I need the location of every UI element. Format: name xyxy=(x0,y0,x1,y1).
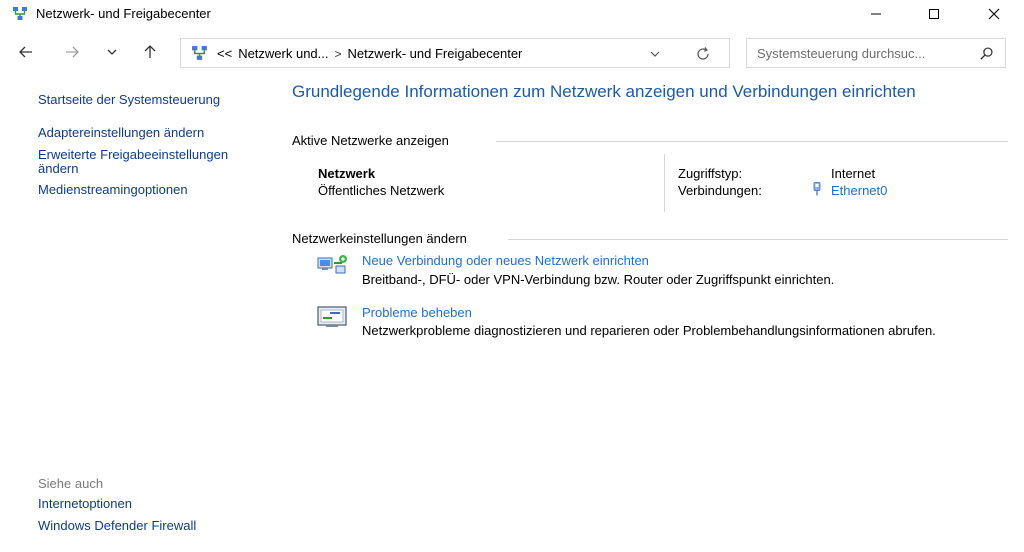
page-title: Grundlegende Informationen zum Netzwerk … xyxy=(292,82,916,101)
section-divider xyxy=(496,141,1008,142)
close-button[interactable] xyxy=(971,0,1017,28)
troubleshoot-icon xyxy=(316,304,348,330)
left-task-pane: Startseite der Systemsteuerung Adapterei… xyxy=(0,76,268,546)
maximize-button[interactable] xyxy=(911,0,957,28)
network-name: Netzwerk xyxy=(318,166,376,181)
refresh-button[interactable] xyxy=(695,46,711,62)
network-settings-heading: Netzwerkeinstellungen ändern xyxy=(292,231,475,246)
troubleshoot-link[interactable]: Probleme beheben xyxy=(362,305,472,320)
breadcrumb-network-center[interactable]: Netzwerk- und Freigabecenter xyxy=(348,46,523,61)
address-bar[interactable]: << Netzwerk und... > Netzwerk- und Freig… xyxy=(180,38,730,68)
see-also-heading: Siehe auch xyxy=(38,476,104,491)
breadcrumb-separator[interactable]: > xyxy=(335,47,342,61)
section-divider xyxy=(508,239,1008,240)
window-title: Netzwerk- und Freigabecenter xyxy=(36,6,211,21)
sidebar-item-media-streaming[interactable]: Medienstreamingoptionen xyxy=(38,183,188,197)
network-center-icon xyxy=(191,45,208,62)
navigation-bar: << Netzwerk und... > Netzwerk- und Freig… xyxy=(0,34,1024,70)
chevron-down-icon xyxy=(107,49,117,55)
search-input[interactable] xyxy=(757,44,967,62)
search-icon[interactable] xyxy=(979,46,994,61)
access-type-value: Internet xyxy=(831,166,876,181)
troubleshoot-description: Netzwerkprobleme diagnostizieren und rep… xyxy=(362,323,936,338)
up-button[interactable] xyxy=(138,42,162,62)
refresh-icon xyxy=(697,47,709,60)
breadcrumb-overflow[interactable]: << xyxy=(217,46,232,61)
breadcrumb: << Netzwerk und... > Netzwerk- und Freig… xyxy=(217,46,522,61)
sidebar-item-control-panel-home[interactable]: Startseite der Systemsteuerung xyxy=(38,93,220,107)
active-networks-heading: Aktive Netzwerke anzeigen xyxy=(292,133,457,148)
network-center-icon xyxy=(12,6,28,22)
search-box xyxy=(746,38,1006,68)
recent-locations-button[interactable] xyxy=(100,42,124,62)
minimize-button[interactable] xyxy=(853,0,899,28)
new-connection-icon xyxy=(316,250,348,276)
see-also-windows-firewall[interactable]: Windows Defender Firewall xyxy=(38,519,196,533)
access-type-label: Zugriffstyp: xyxy=(678,166,743,181)
connections-label: Verbindungen: xyxy=(678,183,762,198)
title-bar: Netzwerk- und Freigabecenter xyxy=(0,0,1024,28)
new-connection-description: Breitband-, DFÜ- oder VPN-Verbindung bzw… xyxy=(362,272,835,287)
arrow-left-icon xyxy=(19,46,32,58)
ethernet-icon xyxy=(811,182,823,196)
arrow-right-icon xyxy=(66,46,79,58)
see-also-internet-options[interactable]: Internetoptionen xyxy=(38,497,132,511)
breadcrumb-network-internet[interactable]: Netzwerk und... xyxy=(238,46,328,61)
address-dropdown-button[interactable] xyxy=(647,46,663,62)
chevron-down-icon xyxy=(650,51,660,57)
ethernet-connection-link[interactable]: Ethernet0 xyxy=(831,183,887,198)
network-profile: Öffentliches Netzwerk xyxy=(318,183,445,198)
new-connection-link[interactable]: Neue Verbindung oder neues Netzwerk einr… xyxy=(362,253,649,268)
vertical-divider xyxy=(664,154,665,212)
sidebar-item-advanced-sharing[interactable]: Erweiterte Freigabeeinstellungen ändern xyxy=(38,148,258,176)
back-button[interactable] xyxy=(14,42,38,62)
forward-button[interactable] xyxy=(60,42,84,62)
sidebar-item-adapter-settings[interactable]: Adaptereinstellungen ändern xyxy=(38,126,204,140)
arrow-up-icon xyxy=(144,45,156,58)
